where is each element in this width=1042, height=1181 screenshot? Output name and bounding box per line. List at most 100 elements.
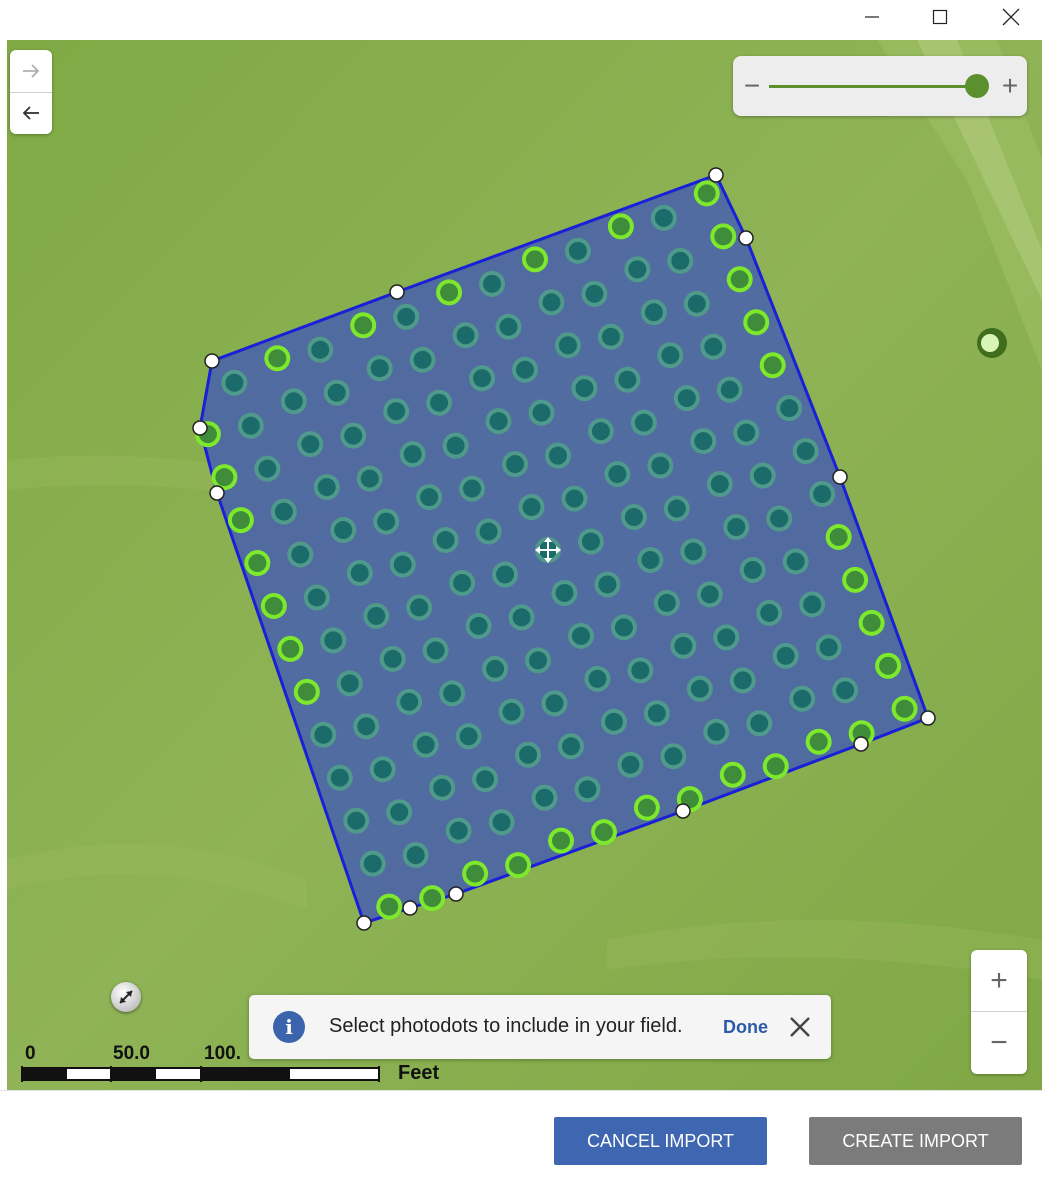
photodot-edge[interactable]	[891, 695, 918, 722]
photodot[interactable]	[627, 657, 654, 684]
zoom-slider-minus-button[interactable]: −	[741, 70, 763, 101]
photodot[interactable]	[766, 505, 793, 532]
photodot[interactable]	[600, 708, 627, 735]
photodot[interactable]	[713, 624, 740, 651]
photodot[interactable]	[815, 634, 842, 661]
photodot[interactable]	[614, 366, 641, 393]
photodot[interactable]	[640, 299, 667, 326]
photodot[interactable]	[706, 471, 733, 498]
photodot[interactable]	[422, 637, 449, 664]
photodot[interactable]	[459, 475, 486, 502]
photodot-edge[interactable]	[762, 753, 789, 780]
photodot[interactable]	[746, 710, 773, 737]
photodot-outside[interactable]	[977, 328, 1007, 358]
photodot[interactable]	[237, 412, 264, 439]
photodot-edge[interactable]	[350, 312, 377, 339]
photodot[interactable]	[445, 817, 472, 844]
photodot-edge[interactable]	[462, 860, 489, 887]
photodot-edge[interactable]	[244, 550, 271, 577]
photodot[interactable]	[379, 645, 406, 672]
photodot[interactable]	[782, 548, 809, 575]
photodot[interactable]	[270, 498, 297, 525]
boundary-vertex-handle[interactable]	[853, 736, 869, 752]
boundary-vertex-handle[interactable]	[192, 420, 208, 436]
photodot[interactable]	[412, 731, 439, 758]
photodot[interactable]	[442, 432, 469, 459]
photodot[interactable]	[287, 541, 314, 568]
photodot[interactable]	[465, 612, 492, 639]
zoom-slider-plus-button[interactable]: +	[997, 70, 1023, 101]
photodot[interactable]	[620, 504, 647, 531]
photodot[interactable]	[683, 290, 710, 317]
photodot[interactable]	[356, 465, 383, 492]
photodot[interactable]	[686, 675, 713, 702]
photodot[interactable]	[426, 389, 453, 416]
photodot[interactable]	[799, 591, 826, 618]
photodot[interactable]	[544, 442, 571, 469]
photodot[interactable]	[495, 313, 522, 340]
minimize-button[interactable]	[849, 0, 895, 34]
photodot[interactable]	[389, 551, 416, 578]
boundary-vertex-handle[interactable]	[402, 900, 418, 916]
photodot[interactable]	[581, 280, 608, 307]
zoom-slider[interactable]: − +	[733, 56, 1027, 116]
boundary-vertex-handle[interactable]	[832, 469, 848, 485]
photodot-edge[interactable]	[227, 507, 254, 534]
create-import-button[interactable]: CREATE IMPORT	[809, 1117, 1022, 1165]
photodot[interactable]	[307, 336, 334, 363]
boundary-vertex-handle[interactable]	[675, 803, 691, 819]
photodot[interactable]	[346, 559, 373, 586]
photodot[interactable]	[680, 538, 707, 565]
photodot[interactable]	[310, 721, 337, 748]
photodot-edge[interactable]	[825, 523, 852, 550]
boundary-vertex-handle[interactable]	[920, 710, 936, 726]
photodot[interactable]	[700, 333, 727, 360]
photodot[interactable]	[643, 700, 670, 727]
photodot[interactable]	[729, 667, 756, 694]
photodot-edge[interactable]	[590, 819, 617, 846]
photodot-edge[interactable]	[505, 852, 532, 879]
photodot[interactable]	[610, 614, 637, 641]
photodot-edge[interactable]	[376, 893, 403, 920]
photodot[interactable]	[667, 247, 694, 274]
photodot[interactable]	[452, 322, 479, 349]
photodot-edge[interactable]	[607, 213, 634, 240]
photodot[interactable]	[313, 474, 340, 501]
photodot[interactable]	[485, 408, 512, 435]
photodot[interactable]	[336, 670, 363, 697]
photodot[interactable]	[406, 594, 433, 621]
photodot[interactable]	[416, 484, 443, 511]
photodot[interactable]	[624, 256, 651, 283]
zoom-in-button[interactable]: +	[971, 950, 1027, 1012]
photodot[interactable]	[508, 604, 535, 631]
photodot[interactable]	[749, 462, 776, 489]
photodot[interactable]	[396, 688, 423, 715]
photodot[interactable]	[488, 809, 515, 836]
photodot[interactable]	[254, 455, 281, 482]
photodot[interactable]	[353, 713, 380, 740]
photodot[interactable]	[280, 388, 307, 415]
photodot-edge[interactable]	[548, 827, 575, 854]
photodot[interactable]	[561, 485, 588, 512]
photodot[interactable]	[541, 690, 568, 717]
photodot[interactable]	[221, 369, 248, 396]
boundary-vertex-handle[interactable]	[209, 485, 225, 501]
map-view[interactable]: − + 0 50.0 100. Feet + − i Select photod…	[7, 40, 1042, 1090]
photodot[interactable]	[696, 581, 723, 608]
photodot-edge[interactable]	[875, 652, 902, 679]
photodot[interactable]	[637, 546, 664, 573]
photodot[interactable]	[673, 385, 700, 412]
photodot[interactable]	[604, 461, 631, 488]
boundary-vertex-handle[interactable]	[448, 886, 464, 902]
close-window-button[interactable]	[988, 0, 1034, 34]
photodot[interactable]	[449, 569, 476, 596]
zoom-out-button[interactable]: −	[971, 1012, 1027, 1073]
forward-button[interactable]	[10, 50, 52, 93]
photodot[interactable]	[597, 323, 624, 350]
photodot[interactable]	[564, 237, 591, 264]
photodot[interactable]	[587, 418, 614, 445]
photodot[interactable]	[670, 632, 697, 659]
photodot[interactable]	[512, 356, 539, 383]
photodot[interactable]	[650, 204, 677, 231]
photodot[interactable]	[492, 561, 519, 588]
